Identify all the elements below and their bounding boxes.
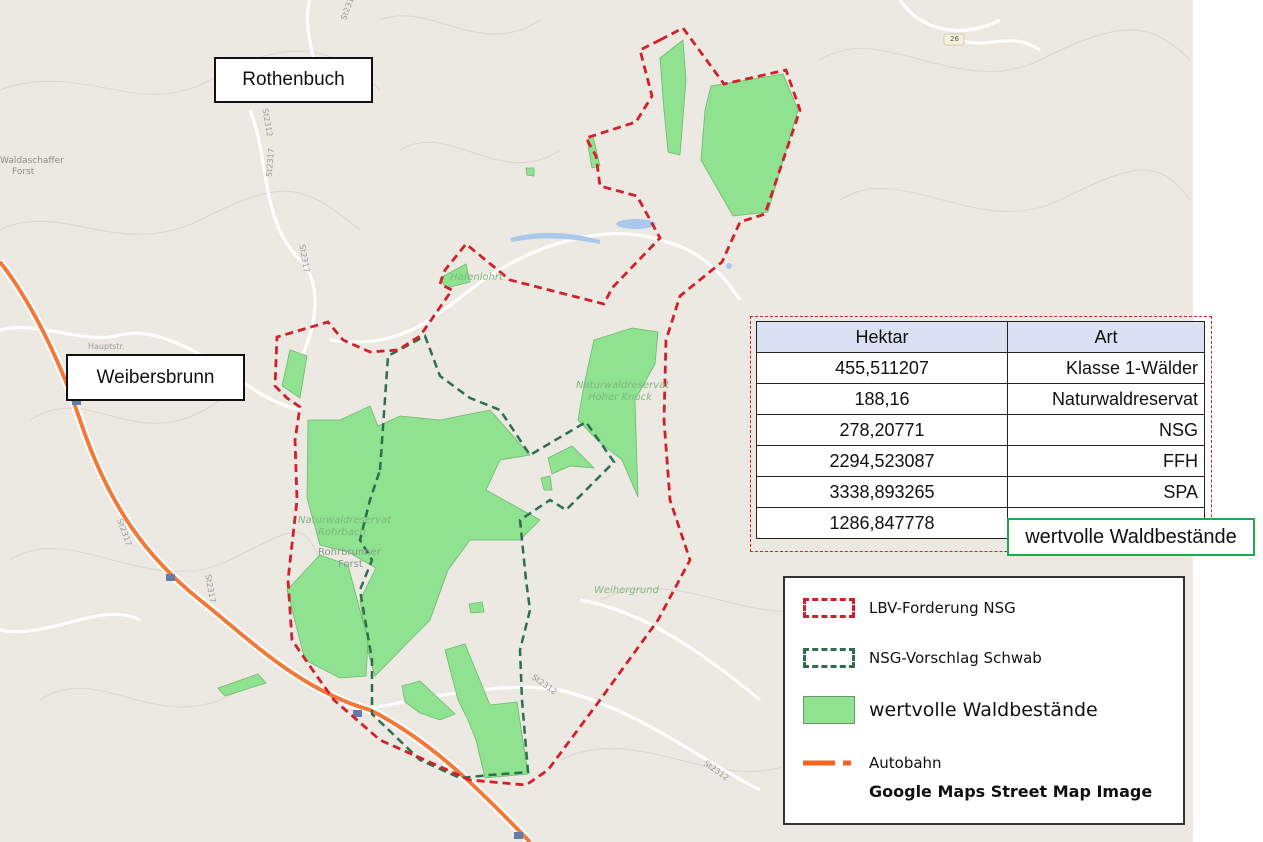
table-header-row: Hektar Art <box>756 321 1205 353</box>
red-dashed-box-icon <box>803 598 855 618</box>
map-label-road-26: 26 <box>950 35 959 43</box>
table-row: 3338,893265 SPA <box>756 476 1205 508</box>
forest-stands <box>217 39 799 779</box>
cell-hektar: 2294,523087 <box>756 445 1008 477</box>
cell-hektar: 1286,847778 <box>756 507 1008 539</box>
place-label-weibersbrunn: Weibersbrunn <box>66 354 245 401</box>
map-label-hafenlohr: Hafenlohrt <box>450 272 503 283</box>
data-table-frame: Hektar Art 455,511207 Klasse 1-Wälder 18… <box>750 316 1212 552</box>
legend-source: Google Maps Street Map Image <box>869 782 1153 801</box>
cell-art: FFH <box>1007 445 1205 477</box>
orange-dash-line-icon <box>803 760 851 766</box>
legend-item-nsg-vorschlag: NSG-Vorschlag Schwab <box>803 648 1042 668</box>
map-label-rohrbrunner-forst: Forst <box>338 559 363 570</box>
map-label-nwr-rohr-name: Rohrbach <box>318 527 366 538</box>
legend-item-lbv: LBV-Forderung NSG <box>803 598 1016 618</box>
legend-label: NSG-Vorschlag Schwab <box>869 649 1042 667</box>
cell-hektar: 188,16 <box>756 383 1008 415</box>
cell-art: SPA <box>1007 476 1205 508</box>
water-bodies <box>510 219 732 269</box>
legend-item-waldbestaende: wertvolle Waldbestände <box>803 696 1098 724</box>
table-row: 188,16 Naturwaldreservat <box>756 383 1205 415</box>
highlighted-cell-art: wertvolle Waldbestände <box>1007 518 1255 556</box>
map-label-forst: Forst <box>12 167 35 177</box>
cell-hektar: 455,511207 <box>756 352 1008 384</box>
table-row: 455,511207 Klasse 1-Wälder <box>756 352 1205 384</box>
table-row: 2294,523087 FFH <box>756 445 1205 477</box>
legend-item-autobahn: Autobahn <box>803 754 942 772</box>
map-label-nwr-hoher-name: Hoher Knuck <box>588 392 652 403</box>
area-table: Hektar Art 455,511207 Klasse 1-Wälder 18… <box>756 321 1205 539</box>
map-label-waldaschaff: Waldaschaffer <box>0 156 64 166</box>
map-label-rohrbrunner: Rohrbrunner <box>318 547 381 558</box>
place-label-rothenbuch: Rothenbuch <box>214 57 373 103</box>
green-dashed-box-icon <box>803 648 855 668</box>
map-label-nwr-hoher: Naturwaldreservat <box>576 380 670 391</box>
cell-art: Naturwaldreservat <box>1007 383 1205 415</box>
green-fill-box-icon <box>803 696 855 724</box>
cell-hektar: 3338,893265 <box>756 476 1008 508</box>
column-header-hektar: Hektar <box>756 321 1008 353</box>
column-header-art: Art <box>1007 321 1205 353</box>
cell-art: NSG <box>1007 414 1205 446</box>
cell-art: Klasse 1-Wälder <box>1007 352 1205 384</box>
map-label-street: Hauptstr. <box>88 342 125 351</box>
map-label-weihergrund: Weihergrund <box>594 585 659 596</box>
legend-label: wertvolle Waldbestände <box>869 699 1098 721</box>
legend-label: Autobahn <box>869 754 942 772</box>
legend-label: LBV-Forderung NSG <box>869 599 1016 617</box>
map-label-nwr-rohr: Naturwaldreservat <box>298 515 392 526</box>
table-row: 278,20771 NSG <box>756 414 1205 446</box>
map-legend: LBV-Forderung NSG NSG-Vorschlag Schwab w… <box>783 576 1185 825</box>
cell-hektar: 278,20771 <box>756 414 1008 446</box>
